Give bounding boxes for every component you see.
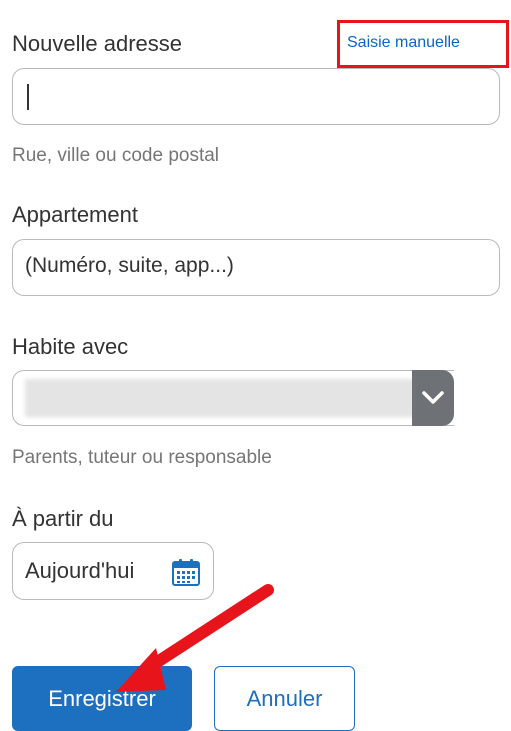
chevron-down-icon (422, 391, 444, 404)
lives-with-select[interactable] (12, 370, 454, 426)
arrow-shaft (136, 584, 274, 678)
apartment-label: Appartement (12, 202, 138, 227)
save-button[interactable]: Enregistrer (12, 666, 192, 731)
address-hint: Rue, ville ou code postal (12, 145, 220, 166)
from-date-input[interactable]: Aujourd'hui (12, 542, 214, 600)
from-date-value: Aujourd'hui (25, 558, 135, 583)
redacted-selection (25, 379, 415, 417)
text-cursor (27, 84, 29, 110)
cancel-button[interactable]: Annuler (214, 666, 355, 731)
apartment-placeholder: (Numéro, suite, app...) (25, 254, 234, 277)
apartment-input[interactable]: (Numéro, suite, app...) (12, 239, 500, 296)
calendar-icon[interactable] (171, 557, 201, 587)
lives-with-label: Habite avec (12, 334, 129, 359)
manual-entry-link[interactable]: Saisie manuelle (347, 34, 460, 52)
address-input[interactable] (12, 68, 500, 125)
select-dropdown-button[interactable] (412, 370, 454, 426)
address-label: Nouvelle adresse (12, 31, 182, 56)
from-date-label: À partir du (12, 506, 114, 531)
lives-with-hint: Parents, tuteur ou responsable (12, 447, 272, 468)
